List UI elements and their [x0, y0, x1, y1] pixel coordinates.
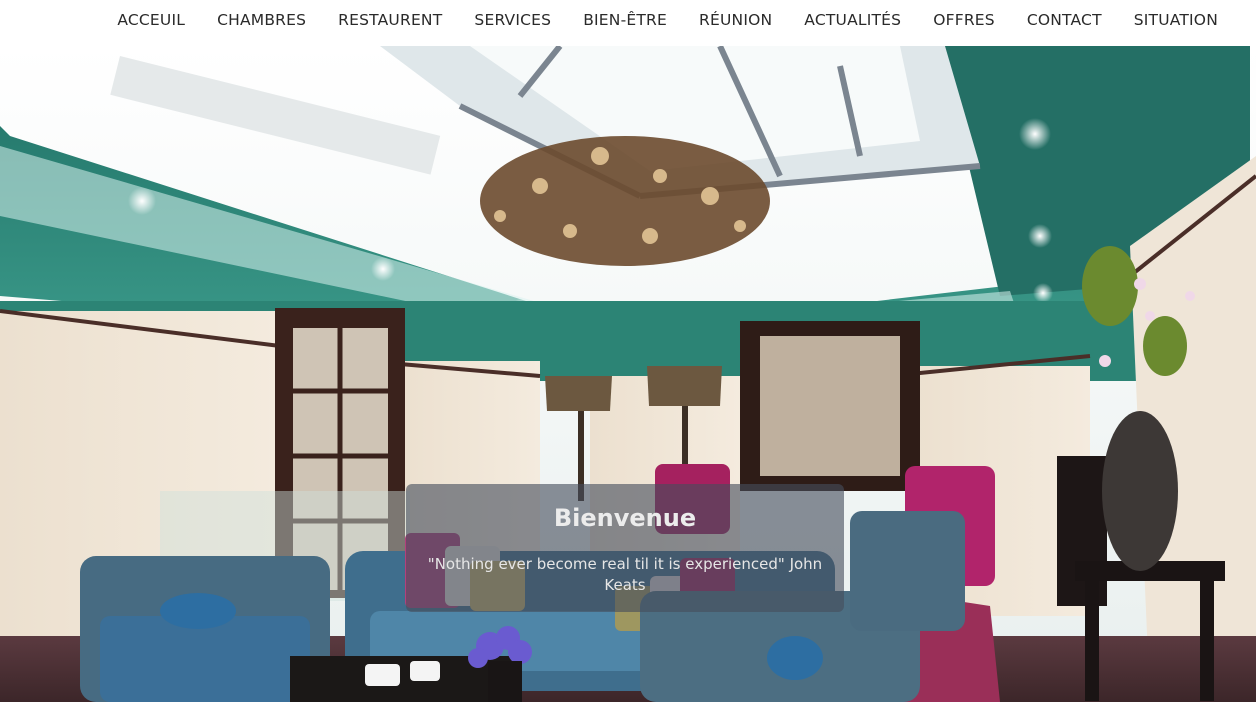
nav-item-acceuil[interactable]: ACCEUIL — [117, 11, 185, 29]
nav-item-contact[interactable]: CONTACT — [1027, 11, 1102, 29]
nav-item-offres[interactable]: OFFRES — [933, 11, 995, 29]
nav-item-bien-etre[interactable]: BIEN-ÊTRE — [583, 11, 667, 29]
nav-item-situation[interactable]: SITUATION — [1134, 11, 1218, 29]
welcome-title: Bienvenue — [553, 504, 697, 532]
nav-item-reunion[interactable]: RÉUNION — [699, 11, 772, 29]
welcome-caption: Bienvenue "Nothing ever become real til … — [406, 484, 844, 612]
hero-banner: Bienvenue "Nothing ever become real til … — [0, 46, 1256, 702]
nav-item-chambres[interactable]: CHAMBRES — [217, 11, 306, 29]
nav-item-actualites[interactable]: ACTUALITÉS — [804, 11, 901, 29]
nav-item-services[interactable]: SERVICES — [474, 11, 551, 29]
welcome-quote: "Nothing ever become real til it is expe… — [427, 555, 823, 594]
nav-menu: ACCEUIL CHAMBRES RESTAURENT SERVICES BIE… — [117, 0, 1218, 40]
top-navigation: ACCEUIL CHAMBRES RESTAURENT SERVICES BIE… — [0, 0, 1256, 46]
nav-item-restaurent[interactable]: RESTAURENT — [338, 11, 442, 29]
